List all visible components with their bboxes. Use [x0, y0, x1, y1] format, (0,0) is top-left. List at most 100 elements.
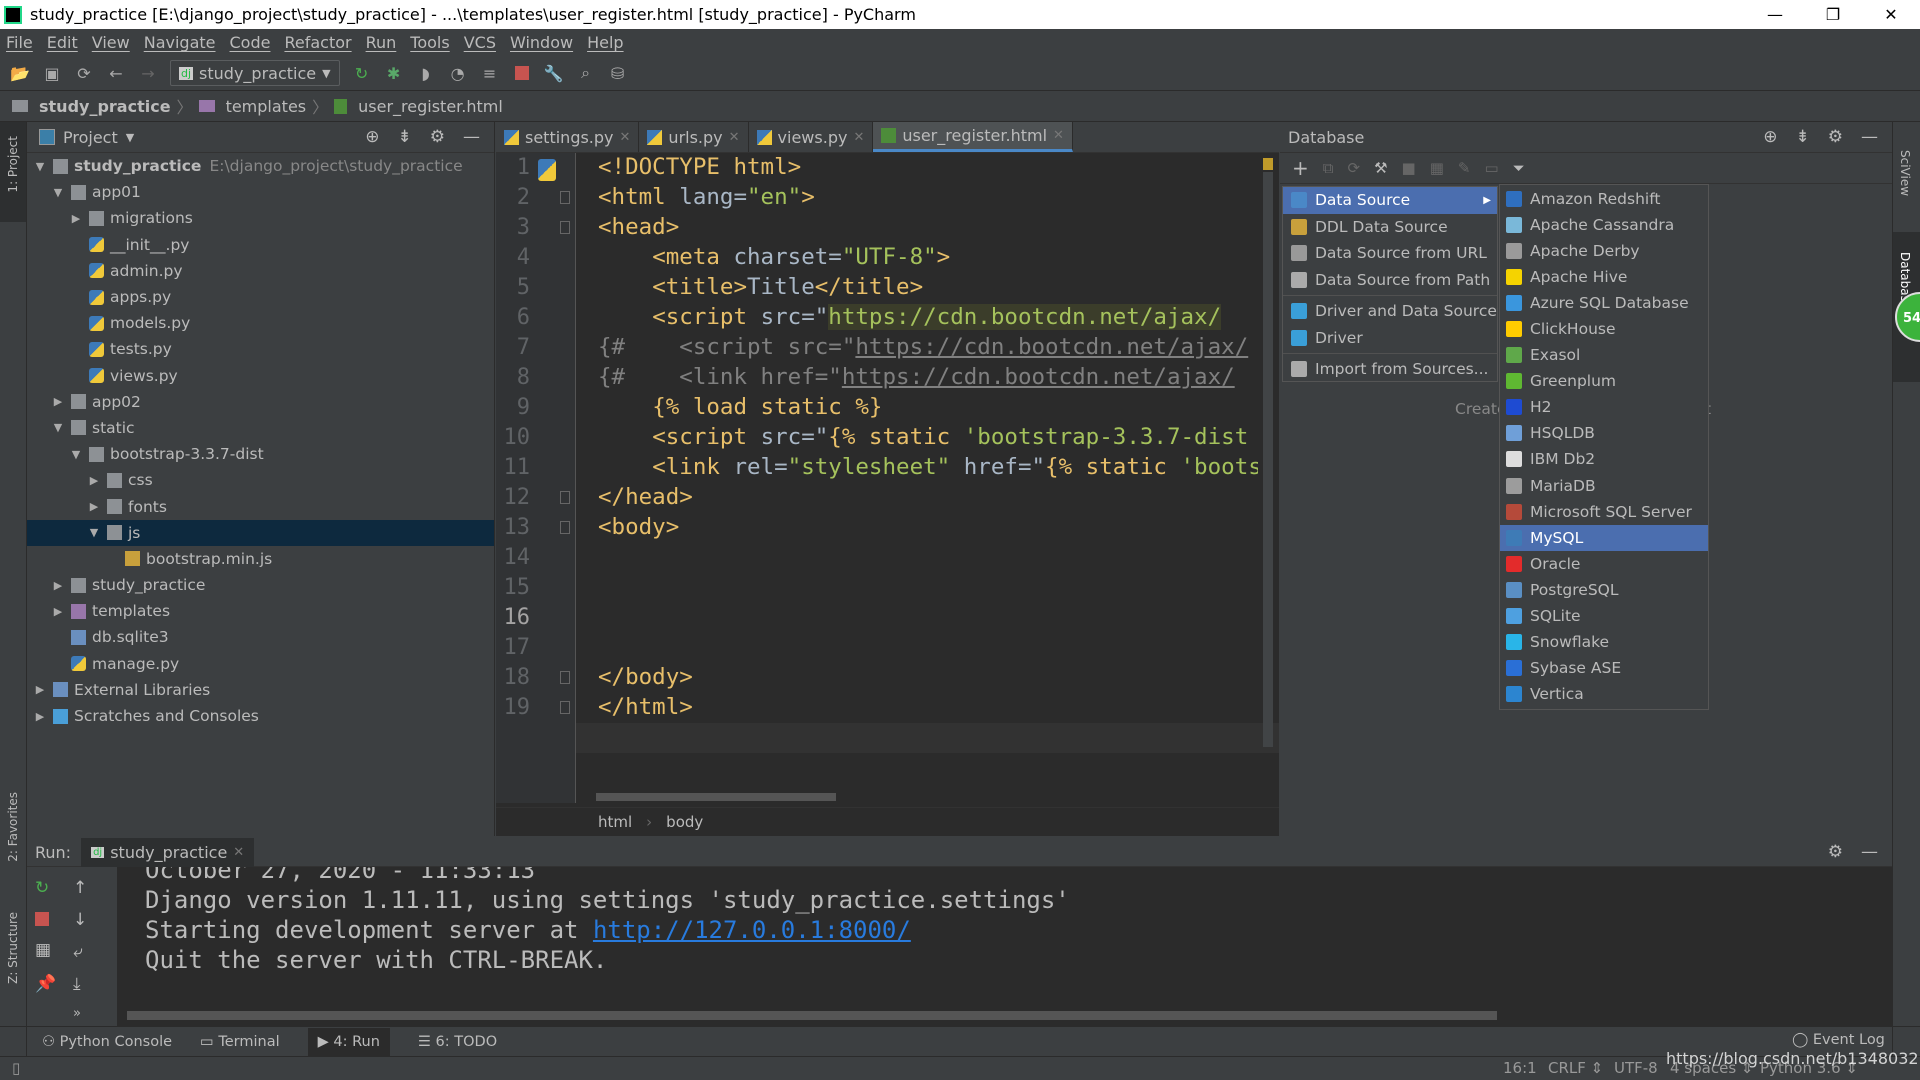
run-tab[interactable]: dj study_practice ✕	[81, 837, 255, 867]
breadcrumb-project[interactable]: study_practice	[39, 97, 171, 116]
db-type-apache-hive[interactable]: Apache Hive	[1500, 264, 1708, 290]
db-type-oracle[interactable]: Oracle	[1500, 551, 1708, 577]
db-type-microsoft-sql-server[interactable]: Microsoft SQL Server	[1500, 499, 1708, 525]
close-tab-icon[interactable]: ✕	[729, 130, 740, 145]
db-type-greenplum[interactable]: Greenplum	[1500, 368, 1708, 394]
scroll-up-icon[interactable]: ↑	[73, 878, 87, 898]
collapsed-arrow-icon[interactable]: ▶	[33, 683, 47, 696]
tree-item[interactable]: ▼ bootstrap-3.3.7-dist	[27, 441, 494, 467]
server-link[interactable]: http://127.0.0.1:8000/	[593, 916, 911, 944]
debug-icon[interactable]: ✱	[384, 63, 404, 83]
menu-item-import-from-sources-[interactable]: Import from Sources...	[1283, 356, 1497, 383]
menu-item-driver[interactable]: Driver	[1283, 325, 1497, 352]
collapsed-arrow-icon[interactable]: ▶	[51, 605, 65, 618]
menu-item-driver-and-data-source[interactable]: Driver and Data Source	[1283, 298, 1497, 325]
hide-icon[interactable]: —	[463, 127, 480, 147]
breadcrumb-folder[interactable]: templates	[226, 97, 307, 116]
close-tab-icon[interactable]: ✕	[233, 845, 244, 860]
tree-item[interactable]: ▶ css	[27, 467, 494, 493]
collapse-icon[interactable]: ⇟	[1796, 127, 1810, 147]
tool-tab-python-console[interactable]: ⚇ Python Console	[42, 1034, 172, 1050]
close-tab-icon[interactable]: ✕	[1053, 128, 1064, 143]
tool-tab-6-todo[interactable]: ☰ 6: TODO	[418, 1034, 497, 1050]
db-type-h2[interactable]: H2	[1500, 394, 1708, 420]
console-icon[interactable]: ▭	[1484, 159, 1498, 177]
close-tab-icon[interactable]: ✕	[620, 130, 631, 145]
tree-item[interactable]: models.py	[27, 310, 494, 336]
tree-item[interactable]: ▼ static	[27, 415, 494, 441]
console-output[interactable]: October 27, 2020 - 11:33:13 Django versi…	[117, 867, 1892, 1026]
collapsed-arrow-icon[interactable]: ▶	[87, 500, 101, 513]
menu-code[interactable]: Code	[230, 33, 271, 52]
hide-icon[interactable]: —	[1861, 127, 1878, 147]
run-config-select[interactable]: dj study_practice ▼	[170, 60, 340, 86]
tree-item[interactable]: ▼ study_practice E:\django_project\study_p…	[27, 153, 494, 179]
menu-item-ddl-data-source[interactable]: DDL Data Source	[1283, 214, 1497, 241]
tree-item[interactable]: ▶ app02	[27, 389, 494, 415]
scroll-to-end-icon[interactable]: ⤓	[73, 974, 87, 994]
tree-item[interactable]: apps.py	[27, 284, 494, 310]
table-icon[interactable]: ▦	[1430, 159, 1444, 177]
profile-icon[interactable]: ◔	[448, 63, 468, 83]
menu-window[interactable]: Window	[510, 33, 573, 52]
stop-icon[interactable]: ■	[1402, 159, 1416, 177]
open-folder-icon[interactable]: 📂	[10, 63, 30, 83]
fold-marker-icon[interactable]	[560, 191, 570, 204]
tree-item[interactable]: ▶ study_practice	[27, 572, 494, 598]
collapsed-arrow-icon[interactable]: ▶	[51, 395, 65, 408]
menu-view[interactable]: View	[92, 33, 130, 52]
search-icon[interactable]: ⌕	[576, 63, 596, 83]
sync-icon[interactable]: ⟳	[74, 63, 94, 83]
soft-wrap-icon[interactable]: ⤶	[73, 942, 87, 962]
fold-marker-icon[interactable]	[560, 671, 570, 684]
fold-marker-icon[interactable]	[560, 221, 570, 234]
db-type-exasol[interactable]: Exasol	[1500, 342, 1708, 368]
db-type-apache-derby[interactable]: Apache Derby	[1500, 238, 1708, 264]
db-type-ibm-db2[interactable]: IBM Db2	[1500, 446, 1708, 472]
menu-run[interactable]: Run	[366, 33, 397, 52]
tree-item[interactable]: ▼ app01	[27, 179, 494, 205]
project-panel-title[interactable]: Project	[63, 128, 118, 147]
project-tool-button[interactable]: 1: Project	[6, 136, 20, 193]
gear-icon[interactable]: ⚙	[1828, 127, 1843, 147]
collapsed-arrow-icon[interactable]: ▶	[33, 710, 47, 723]
tree-item[interactable]: ▶ External Libraries	[27, 677, 494, 703]
gear-icon[interactable]: ⚙	[430, 127, 445, 147]
expanded-arrow-icon[interactable]: ▼	[33, 160, 47, 173]
menu-navigate[interactable]: Navigate	[144, 33, 216, 52]
filter-icon[interactable]: ⏷	[1513, 159, 1525, 177]
tab-settings-py[interactable]: settings.py ✕	[496, 122, 640, 152]
tree-item[interactable]: admin.py	[27, 258, 494, 284]
fold-marker-icon[interactable]	[560, 701, 570, 714]
menu-help[interactable]: Help	[587, 33, 623, 52]
db-type-clickhouse[interactable]: ClickHouse	[1500, 316, 1708, 342]
scroll-down-icon[interactable]: ↓	[73, 910, 87, 930]
tree-item[interactable]: ▼ js	[27, 519, 494, 546]
menu-tools[interactable]: Tools	[410, 33, 449, 52]
file-encoding[interactable]: UTF-8	[1614, 1059, 1658, 1077]
event-log-button[interactable]: ◯ Event Log	[1792, 1032, 1885, 1048]
caret-position[interactable]: 16:1	[1503, 1059, 1537, 1077]
settings-wrench-icon[interactable]: 🔧	[544, 63, 564, 83]
add-icon[interactable]: +	[1292, 156, 1309, 180]
sciview-tool-button[interactable]: SciView	[1898, 150, 1912, 196]
locate-icon[interactable]: ⊕	[365, 127, 379, 147]
crumb-body[interactable]: body	[666, 813, 703, 831]
tab-urls-py[interactable]: urls.py ✕	[639, 122, 749, 152]
menu-item-data-source-from-url[interactable]: Data Source from URL	[1283, 240, 1497, 267]
pin-icon[interactable]: 📌	[35, 974, 56, 994]
db-type-vertica[interactable]: Vertica	[1500, 681, 1708, 707]
db-type-amazon-redshift[interactable]: Amazon Redshift	[1500, 186, 1708, 212]
favorites-tool-button[interactable]: 2: Favorites	[6, 792, 20, 862]
stop-icon[interactable]	[512, 63, 532, 83]
tree-item[interactable]: db.sqlite3	[27, 624, 494, 650]
tree-item[interactable]: ▶ fonts	[27, 493, 494, 519]
restore-button[interactable]: ❐	[1804, 0, 1862, 29]
expanded-arrow-icon[interactable]: ▼	[87, 526, 101, 539]
refresh-icon[interactable]: ⟳	[1347, 159, 1360, 177]
menu-item-data-source[interactable]: Data Source ▶	[1283, 187, 1497, 214]
gear-icon[interactable]: ⚙	[1828, 842, 1843, 862]
close-button[interactable]: ✕	[1862, 0, 1920, 29]
expanded-arrow-icon[interactable]: ▼	[51, 421, 65, 434]
forward-icon[interactable]: →	[138, 63, 158, 83]
